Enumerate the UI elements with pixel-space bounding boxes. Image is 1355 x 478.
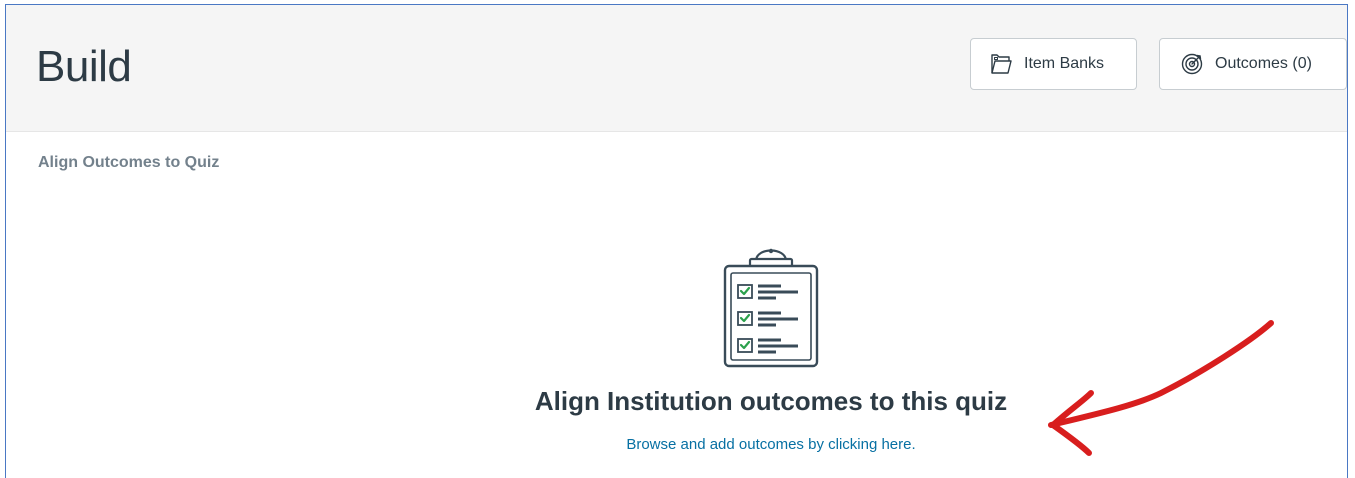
page-header: Build Item Banks Outcomes (0) [6, 5, 1347, 132]
item-banks-label: Item Banks [1024, 55, 1105, 72]
section-heading: Align Outcomes to Quiz [38, 154, 220, 171]
clipboard-checklist-icon [718, 233, 824, 369]
folder-icon [988, 51, 1014, 77]
empty-state-title: Align Institution outcomes to this quiz [534, 386, 1008, 416]
outcomes-label: Outcomes (0) [1215, 55, 1312, 72]
page-title: Build [36, 42, 132, 91]
target-icon [1179, 51, 1205, 77]
quiz-build-page: Build Item Banks Outcomes (0) Align Outc… [5, 4, 1348, 478]
browse-outcomes-link[interactable]: Browse and add outcomes by clicking here… [6, 436, 1347, 453]
outcomes-button[interactable]: Outcomes (0) [1159, 38, 1347, 90]
item-banks-button[interactable]: Item Banks [970, 38, 1137, 90]
